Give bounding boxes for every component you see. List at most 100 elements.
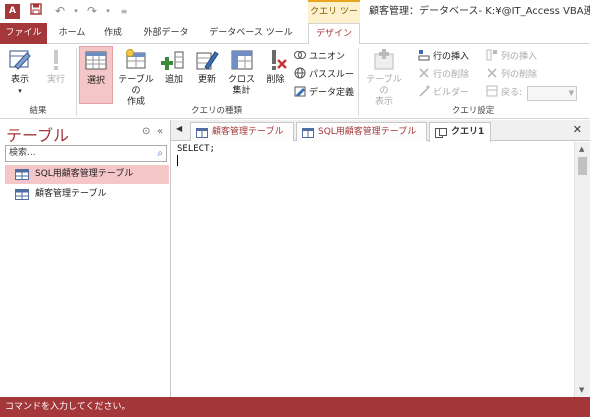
doc-tab-query1[interactable]: クエリ1 (429, 122, 491, 142)
table-icon (302, 127, 314, 138)
vertical-scrollbar[interactable]: ▲ ▼ (574, 142, 590, 397)
doc-tab-customer-table[interactable]: 顧客管理テーブル (190, 122, 294, 141)
union-label: ユニオン (309, 52, 346, 62)
ribbon-separator (76, 48, 77, 116)
scrollbar-thumb[interactable] (578, 157, 587, 175)
data-definition-button[interactable]: データ定義 (294, 85, 354, 102)
make-table-label-1: テーブルの (118, 75, 154, 96)
return-values-combo[interactable]: ▼ (527, 86, 577, 101)
scroll-down-icon[interactable]: ▼ (579, 386, 584, 394)
chevron-down-icon: ▼ (568, 89, 574, 97)
insert-columns-label: 列の挿入 (501, 52, 538, 62)
nav-collapse-icon[interactable]: « (157, 126, 163, 137)
delete-rows-icon (418, 67, 430, 79)
group-label-query-type: クエリの種類 (190, 106, 242, 116)
update-query-button[interactable]: 更新 (192, 46, 222, 104)
append-label: 追加 (164, 75, 183, 85)
nav-menu-dropdown-icon[interactable]: ⊙ (142, 126, 150, 137)
scroll-up-icon[interactable]: ▲ (579, 145, 584, 153)
insert-columns-button[interactable]: 列の挿入 (486, 49, 537, 66)
delete-columns-label: 列の削除 (501, 70, 538, 80)
table-icon (15, 169, 29, 180)
nav-pane-title[interactable]: テーブル (6, 122, 69, 146)
tab-external-data[interactable]: 外部データ (136, 23, 196, 44)
delete-rows-label: 行の削除 (433, 70, 470, 80)
doc-tab-label: クエリ1 (451, 127, 485, 137)
run-button[interactable]: 実行 (40, 46, 72, 104)
crosstab-label-1: クロス (227, 75, 255, 85)
view-dropdown-icon: ▾ (18, 87, 22, 95)
redo-dropdown-icon[interactable]: ▾ (100, 3, 116, 20)
group-label-results: 結果 (29, 106, 47, 116)
search-icon[interactable]: ⌕ (157, 146, 163, 161)
save-icon[interactable] (28, 3, 44, 20)
builder-label: ビルダー (433, 88, 470, 98)
data-definition-label: データ定義 (309, 88, 355, 98)
delete-query-button[interactable]: 削除 (261, 46, 290, 104)
delete-columns-icon (486, 67, 498, 79)
builder-wand-icon (418, 85, 430, 97)
show-table-icon (371, 48, 397, 72)
delete-columns-button[interactable]: 列の削除 (486, 67, 537, 84)
doc-tab-sql-customer-table[interactable]: SQL用顧客管理テーブル (296, 122, 427, 141)
data-definition-icon (294, 85, 306, 97)
document-tabs: ◀ 顧客管理テーブル SQL用顧客管理テーブル クエリ1 ✕ (171, 120, 590, 142)
insert-rows-button[interactable]: 行の挿入 (418, 49, 469, 66)
customize-qat-icon[interactable]: ≡ (116, 3, 132, 20)
view-icon (7, 48, 33, 72)
navigation-pane: テーブル ⊙ « 検索... ⌕ SQL用顧客管理テーブル 顧客管理テーブル (0, 120, 171, 397)
window-title: 顧客管理：データベース- K:¥@IT_Access VBA連載 (369, 6, 590, 17)
delete-query-label: 削除 (266, 75, 285, 85)
nav-item-sql-customer-table[interactable]: SQL用顧客管理テーブル (5, 165, 169, 184)
status-text: コマンドを入力してください。 (5, 402, 131, 412)
append-query-button[interactable]: 追加 (159, 46, 189, 104)
delete-rows-button[interactable]: 行の削除 (418, 67, 469, 84)
doc-tab-label: SQL用顧客管理テーブル (318, 127, 417, 137)
passthrough-label: パススルー (309, 70, 355, 80)
ribbon-tab-row: ファイル ホーム 作成 外部データ データベース ツール デザイン (0, 23, 590, 45)
select-query-label: 選択 (86, 76, 105, 86)
builder-button[interactable]: ビルダー (418, 85, 469, 102)
show-table-button[interactable]: テーブルの 表示 (362, 46, 406, 107)
union-query-button[interactable]: ユニオン (294, 49, 345, 66)
delete-query-icon (263, 48, 289, 72)
tab-file[interactable]: ファイル (0, 23, 47, 44)
insert-rows-icon (418, 49, 430, 61)
tab-database-tools[interactable]: データベース ツール (203, 23, 299, 44)
return-icon (486, 85, 498, 97)
run-label: 実行 (46, 75, 65, 85)
tab-home[interactable]: ホーム (54, 23, 90, 44)
tab-scroll-left-icon[interactable]: ◀ (176, 124, 182, 133)
update-pencil-icon (194, 48, 220, 72)
access-app-icon[interactable]: A (5, 4, 20, 19)
document-area: ◀ 顧客管理テーブル SQL用顧客管理テーブル クエリ1 ✕ SELECT; ▲… (171, 120, 590, 397)
crosstab-icon (229, 48, 255, 72)
view-label: 表示 (10, 75, 29, 85)
run-icon (43, 48, 69, 72)
select-query-button[interactable]: 選択 (79, 46, 113, 104)
close-document-icon[interactable]: ✕ (573, 123, 582, 136)
crosstab-query-button[interactable]: クロス 集計 (225, 46, 258, 104)
globe-icon (294, 67, 306, 79)
crosstab-label-2: 集計 (232, 86, 251, 96)
nav-search-input[interactable]: 検索... ⌕ (5, 145, 167, 162)
show-table-label-1: テーブルの (366, 75, 402, 96)
undo-icon[interactable]: ↶ (52, 3, 68, 20)
return-label: 戻る: (501, 88, 523, 98)
sql-editor[interactable]: SELECT; (175, 144, 568, 394)
group-label-query-setup: クエリ設定 (451, 106, 495, 116)
tab-create[interactable]: 作成 (95, 23, 131, 44)
view-button[interactable]: 表示 ▾ (3, 46, 37, 104)
nav-item-customer-table[interactable]: 顧客管理テーブル (5, 185, 169, 204)
make-table-button[interactable]: テーブルの 作成 (116, 46, 156, 107)
tab-design[interactable]: デザイン (308, 23, 360, 45)
insert-columns-icon (486, 49, 498, 61)
ribbon-separator (358, 48, 359, 116)
passthrough-query-button[interactable]: パススルー (294, 67, 354, 84)
undo-dropdown-icon[interactable]: ▾ (68, 3, 84, 20)
title-bar: A ↶ ▾ ↷ ▾ ≡ クエリ ツール 顧客管理：データベース- K:¥@IT_… (0, 0, 590, 37)
redo-icon[interactable]: ↷ (84, 3, 100, 20)
make-table-icon (123, 48, 149, 72)
table-icon (15, 189, 29, 200)
nav-item-label: 顧客管理テーブル (35, 189, 107, 199)
